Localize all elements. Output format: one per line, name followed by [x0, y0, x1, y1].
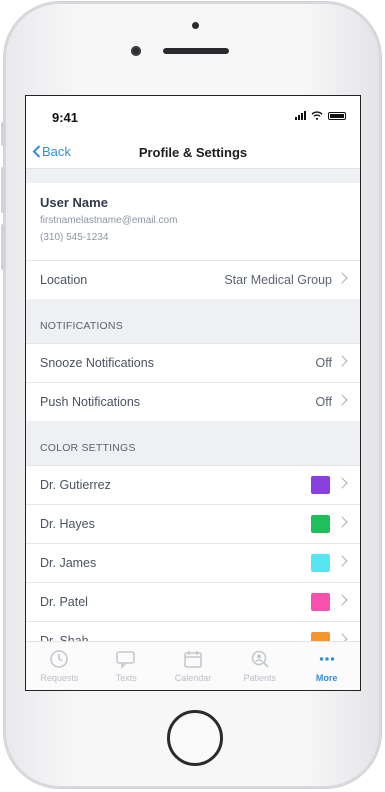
doctor-name: Dr. James	[40, 556, 97, 570]
row-label: Snooze Notifications	[40, 356, 154, 370]
location-row[interactable]: Location Star Medical Group	[26, 260, 360, 299]
wifi-icon	[311, 111, 323, 120]
chevron-right-icon	[336, 594, 348, 606]
navigation-bar: Back Profile & Settings	[26, 136, 360, 169]
home-button[interactable]	[167, 710, 223, 766]
color-swatch	[311, 476, 330, 494]
row-value: Off	[315, 356, 332, 370]
earpiece-speaker	[163, 48, 229, 54]
color-settings-section-header: COLOR SETTINGS	[26, 421, 360, 461]
tab-label: More	[315, 673, 338, 683]
doctor-name: Dr. Gutierrez	[40, 478, 111, 492]
signal-icon	[295, 111, 306, 120]
tab-more[interactable]: More	[293, 642, 360, 690]
color-row-hayes[interactable]: Dr. Hayes	[26, 504, 360, 543]
volume-down-button	[1, 224, 5, 270]
tab-requests[interactable]: Requests	[26, 642, 93, 690]
chevron-right-icon	[336, 394, 348, 406]
user-email: firstnamelastname@email.com	[40, 215, 178, 226]
app-screen: 9:41 Back Profile & Settings User Name f…	[25, 95, 361, 691]
section-title: COLOR SETTINGS	[40, 442, 136, 454]
tab-label: Requests	[40, 673, 79, 683]
clock-icon	[50, 650, 69, 668]
color-row-james[interactable]: Dr. James	[26, 543, 360, 582]
tab-label: Patients	[243, 673, 277, 683]
tab-texts[interactable]: Texts	[93, 642, 160, 690]
user-phone: (310) 545-1234	[40, 232, 109, 243]
doctor-name: Dr. Hayes	[40, 517, 95, 531]
volume-up-button	[1, 167, 5, 213]
front-camera	[131, 46, 141, 56]
more-dots-icon	[319, 657, 334, 661]
tab-label: Calendar	[174, 673, 212, 683]
search-person-icon	[251, 650, 269, 668]
status-time: 9:41	[52, 110, 79, 125]
chat-icon	[116, 651, 135, 669]
user-profile-card[interactable]: User Name firstnamelastname@email.com (3…	[26, 183, 360, 260]
page-title: Profile & Settings	[138, 145, 248, 160]
snooze-notifications-row[interactable]: Snooze Notifications Off	[26, 343, 360, 382]
battery-icon	[328, 111, 346, 120]
location-label: Location	[40, 273, 88, 287]
status-bar: 9:41	[26, 96, 360, 136]
mute-switch	[1, 122, 5, 146]
tab-bar: Requests Texts Calendar Patients More	[26, 641, 360, 690]
row-value: Off	[315, 395, 332, 409]
chevron-right-icon	[336, 516, 348, 528]
chevron-right-icon	[336, 555, 348, 567]
chevron-right-icon	[336, 355, 348, 367]
tab-patients[interactable]: Patients	[226, 642, 293, 690]
push-notifications-row[interactable]: Push Notifications Off	[26, 382, 360, 421]
tab-calendar[interactable]: Calendar	[160, 642, 227, 690]
color-swatch	[311, 593, 330, 611]
row-label: Push Notifications	[40, 395, 141, 409]
color-swatch	[311, 515, 330, 533]
chevron-right-icon	[336, 477, 348, 489]
color-row-patel[interactable]: Dr. Patel	[26, 582, 360, 621]
user-name: User Name	[40, 195, 108, 210]
sensor-dot	[192, 22, 199, 29]
doctor-name: Dr. Patel	[40, 595, 88, 609]
color-row-gutierrez[interactable]: Dr. Gutierrez	[26, 465, 360, 504]
color-swatch	[311, 554, 330, 572]
section-title: NOTIFICATIONS	[40, 320, 123, 332]
notifications-section-header: NOTIFICATIONS	[26, 299, 360, 339]
chevron-right-icon	[336, 272, 348, 284]
tab-label: Texts	[115, 673, 137, 683]
calendar-icon	[184, 651, 202, 668]
location-value: Star Medical Group	[224, 273, 332, 287]
